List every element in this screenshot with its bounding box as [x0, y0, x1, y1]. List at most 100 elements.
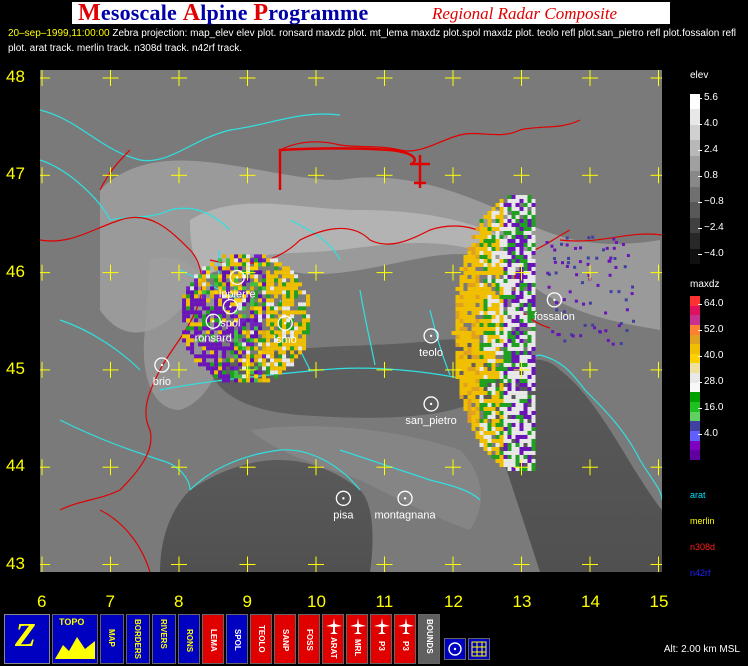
echo-pixel	[519, 254, 524, 259]
echo-pixel	[495, 246, 500, 251]
track-legend-arat[interactable]: arat	[690, 490, 706, 500]
echo-pixel	[507, 342, 512, 347]
echo-pixel	[531, 214, 536, 219]
echo-pixel	[278, 362, 283, 367]
radar-map[interactable]: lnpierre spol ronsard lsmo brio teolo san_piet…	[40, 70, 662, 572]
topo-button[interactable]: TOPO	[52, 614, 98, 664]
echo-pixel	[214, 294, 219, 299]
track-legend-n42rf[interactable]: n42rf	[690, 568, 711, 578]
echo-pixel	[459, 378, 464, 383]
echo-pixel	[266, 314, 271, 319]
echo-pixel	[238, 334, 243, 339]
rivers-button[interactable]: RIVERS	[152, 614, 176, 664]
bounds-button[interactable]: BOUNDS	[418, 614, 440, 664]
radar-map-canvas[interactable]: lnpierrespolronsard lsmobrioteolosan_piet…	[40, 70, 662, 572]
echo-pixel	[459, 334, 464, 339]
sanp-button[interactable]: SANP	[274, 614, 296, 664]
echo-pixel	[531, 406, 536, 411]
echo-pixel	[194, 286, 199, 291]
echo-pixel	[471, 318, 476, 323]
echo-pixel	[475, 306, 480, 311]
map-button[interactable]: MAP	[100, 614, 124, 664]
echo-pixel	[475, 282, 480, 287]
echo-pixel	[238, 306, 243, 311]
echo-pixel	[475, 402, 480, 407]
echo-pixel	[270, 278, 275, 283]
echo-pixel	[479, 418, 484, 423]
echo-pixel	[503, 242, 508, 247]
echo-pixel	[499, 362, 504, 367]
track-legend-n308d[interactable]: n308d	[690, 542, 715, 552]
echo-pixel	[503, 202, 508, 207]
echo-pixel	[519, 282, 524, 287]
echo-pixel	[503, 230, 508, 235]
echo-pixel	[242, 378, 247, 383]
zebra-logo[interactable]: Z	[4, 614, 50, 664]
echo-pixel	[274, 322, 279, 327]
echo-pixel	[511, 238, 516, 243]
echo-pixel	[234, 378, 239, 383]
echo-pixel	[515, 218, 520, 223]
echo-pixel	[186, 318, 191, 323]
echo-pixel	[254, 254, 259, 259]
echo-pixel	[270, 354, 275, 359]
station-toggle-button[interactable]	[444, 638, 466, 660]
echo-pixel	[246, 362, 251, 367]
echo-pixel	[515, 274, 520, 279]
echo-pixel	[234, 254, 239, 259]
echo-pixel	[511, 398, 516, 403]
echo-pixel	[499, 418, 504, 423]
elev-legend-title: elev	[690, 70, 709, 81]
echo-pixel	[507, 434, 512, 439]
pj-button[interactable]: P3	[394, 614, 416, 664]
teolo-button[interactable]: TEOLO	[250, 614, 272, 664]
echo-pixel	[246, 350, 251, 355]
echo-pixel	[614, 265, 618, 269]
echo-pixel	[511, 290, 516, 295]
echo-pixel	[523, 250, 528, 255]
echo-pixel	[475, 254, 480, 259]
echo-pixel	[459, 282, 464, 287]
echo-pixel	[503, 250, 508, 255]
foss-button[interactable]: FOSS	[298, 614, 320, 664]
echo-pixel	[491, 302, 496, 307]
mrl-button[interactable]: MRL	[346, 614, 368, 664]
echo-pixel	[523, 262, 528, 267]
echo-pixel	[282, 286, 287, 291]
echo-pixel	[519, 450, 524, 455]
echo-pixel	[186, 286, 191, 291]
echo-pixel	[511, 278, 516, 283]
p3-button[interactable]: P3	[370, 614, 392, 664]
echo-pixel	[495, 334, 500, 339]
arat-button[interactable]: ARAT	[322, 614, 344, 664]
echo-pixel	[459, 290, 464, 295]
echo-pixel	[262, 350, 267, 355]
echo-pixel	[467, 386, 472, 391]
echo-pixel	[515, 298, 520, 303]
echo-pixel	[483, 298, 488, 303]
echo-pixel	[302, 306, 307, 311]
rons-button[interactable]: RONS	[178, 614, 200, 664]
echo-pixel	[479, 246, 484, 251]
echo-pixel	[274, 286, 279, 291]
echo-pixel	[487, 438, 492, 443]
echo-pixel	[218, 346, 223, 351]
lema-button[interactable]: LEMA	[202, 614, 224, 664]
echo-pixel	[531, 438, 536, 443]
echo-pixel	[206, 306, 211, 311]
echo-pixel	[467, 406, 472, 411]
echo-pixel	[202, 318, 207, 323]
latitude-label: 43	[6, 553, 25, 573]
echo-pixel	[471, 286, 476, 291]
grid-toggle-button[interactable]	[468, 638, 490, 660]
echo-pixel	[523, 230, 528, 235]
echo-pixel	[503, 314, 508, 319]
spol-button[interactable]: SPOL	[226, 614, 248, 664]
track-legend-merlin[interactable]: merlin	[690, 516, 715, 526]
echo-pixel	[467, 414, 472, 419]
borders-button[interactable]: BORDERS	[126, 614, 150, 664]
echo-pixel	[523, 282, 528, 287]
echo-pixel	[507, 378, 512, 383]
echo-pixel	[523, 258, 528, 263]
echo-pixel	[523, 358, 528, 363]
